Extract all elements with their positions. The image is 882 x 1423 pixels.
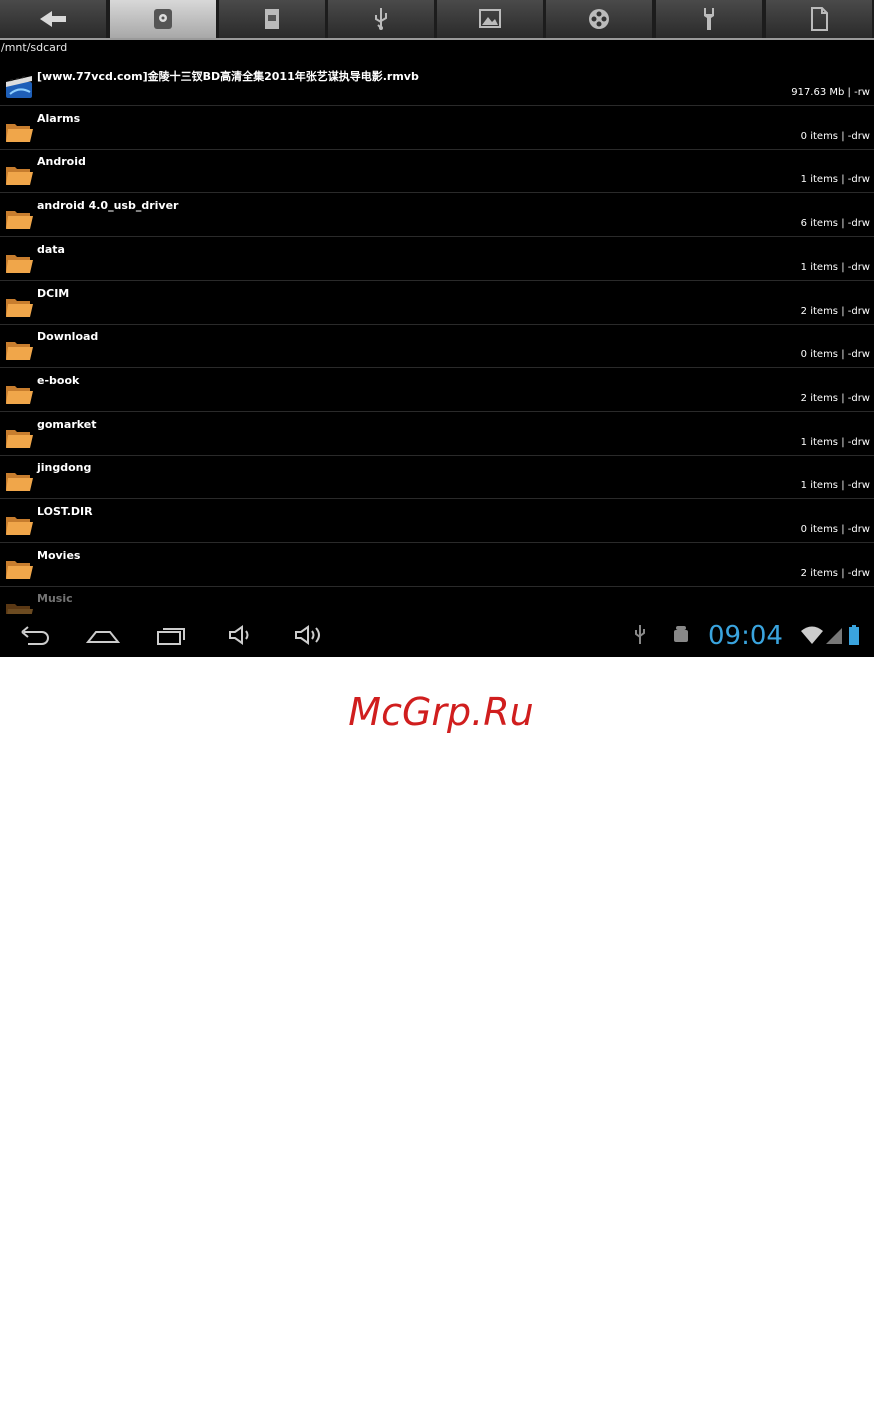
back-arrow-icon	[40, 11, 66, 27]
folder-icon	[6, 473, 33, 492]
file-list-item[interactable]: Music	[0, 586, 874, 614]
file-name: DCIM	[37, 286, 70, 300]
folder-icon	[6, 517, 33, 535]
file-list-item[interactable]: e-book 2 items | -drw	[0, 368, 874, 412]
folder-icon	[6, 298, 33, 317]
file-name: android 4.0_usb_driver	[37, 199, 179, 213]
file-name: Android	[37, 155, 86, 169]
file-name: data	[37, 242, 65, 256]
folder-icon	[6, 429, 33, 448]
file-list-item[interactable]: jingdong 1 items | -drw	[0, 455, 874, 500]
file-list-item[interactable]: gomarket 1 items | -drw	[0, 412, 874, 456]
top-toolbar	[0, 0, 874, 40]
tools-tab[interactable]	[656, 0, 762, 38]
images-tab[interactable]	[437, 0, 543, 38]
file-name: Download	[37, 330, 99, 344]
volume-down-icon[interactable]	[226, 622, 260, 648]
file-meta: 2 items | -drw	[800, 567, 870, 579]
battery-icon	[849, 625, 859, 645]
folder-icon	[6, 123, 33, 142]
android-debug-icon	[674, 626, 688, 642]
wifi-icon	[801, 626, 823, 644]
file-name: [www.77vcd.com]金陵十三钗BD高清全集2011年张艺谋执导电影.r…	[37, 70, 419, 83]
home-nav-icon[interactable]	[86, 622, 120, 648]
file-meta: 1 items | -drw	[800, 436, 870, 448]
back-nav-icon[interactable]	[18, 622, 52, 648]
document-icon	[811, 7, 828, 31]
file-list-item[interactable]: android 4.0_usb_driver 6 items | -drw	[0, 193, 874, 238]
file-meta: 1 items | -drw	[800, 261, 870, 273]
sd-card-icon	[265, 9, 279, 29]
file-list[interactable]: [www.77vcd.com]金陵十三钗BD高清全集2011年张艺谋执导电影.r…	[0, 62, 874, 614]
usb-status-icon	[635, 625, 645, 644]
back-button[interactable]	[0, 0, 106, 38]
file-list-item[interactable]: data 1 items | -drw	[0, 237, 874, 281]
sd-card-tab[interactable]	[219, 0, 325, 38]
current-path: /mnt/sdcard	[1, 41, 68, 54]
file-meta: 0 items | -drw	[800, 349, 870, 361]
video-file-icon	[6, 76, 32, 98]
file-name: Music	[37, 592, 73, 606]
recent-apps-icon[interactable]	[155, 622, 189, 648]
folder-icon	[6, 560, 33, 579]
file-list-item[interactable]: Alarms 0 items | -drw	[0, 106, 874, 150]
watermark-text: McGrp.Ru	[348, 690, 534, 734]
file-name: jingdong	[37, 461, 92, 475]
usb-icon	[375, 8, 387, 30]
file-meta: 2 items | -drw	[800, 392, 870, 404]
file-meta: 0 items | -drw	[800, 524, 870, 535]
folder-icon	[6, 211, 33, 230]
signal-icon	[826, 628, 842, 644]
documents-tab[interactable]	[766, 0, 872, 38]
internal-storage-icon	[154, 9, 172, 29]
file-list-item[interactable]: [www.77vcd.com]金陵十三钗BD高清全集2011年张艺谋执导电影.r…	[0, 62, 874, 106]
file-list-item[interactable]: Download 0 items | -drw	[0, 324, 874, 369]
wrench-icon	[704, 8, 714, 30]
status-clock: 09:04	[708, 621, 783, 651]
file-list-item[interactable]: Movies 2 items | -drw	[0, 543, 874, 587]
file-name: Alarms	[37, 111, 81, 125]
file-meta: 6 items | -drw	[800, 218, 870, 230]
file-meta: 917.63 Mb | -rw	[791, 87, 870, 98]
folder-icon	[6, 385, 33, 404]
folder-icon	[6, 167, 33, 186]
file-list-item[interactable]: Android 1 items | -drw	[0, 149, 874, 194]
file-meta: 1 items | -drw	[800, 480, 870, 492]
internal-storage-tab[interactable]	[110, 0, 216, 38]
file-name: LOST.DIR	[37, 505, 93, 518]
folder-icon	[6, 254, 33, 273]
file-manager-screen: /mnt/sdcard [www.77vcd.com]金陵十三钗BD高清全集20…	[0, 0, 874, 657]
film-reel-icon	[589, 9, 609, 29]
usb-tab[interactable]	[328, 0, 434, 38]
file-meta: 0 items | -drw	[800, 130, 870, 142]
file-name: e-book	[37, 373, 80, 387]
file-meta: 1 items | -drw	[800, 174, 870, 186]
file-list-item[interactable]: DCIM 2 items | -drw	[0, 281, 874, 325]
file-name: gomarket	[37, 417, 97, 431]
file-name: Movies	[37, 548, 81, 562]
image-icon	[479, 9, 501, 28]
folder-icon	[6, 342, 33, 361]
video-tab[interactable]	[546, 0, 652, 38]
file-meta: 2 items | -drw	[800, 305, 870, 317]
folder-icon	[6, 604, 33, 614]
file-list-item[interactable]: LOST.DIR 0 items | -drw	[0, 499, 874, 543]
volume-up-icon[interactable]	[292, 622, 326, 648]
